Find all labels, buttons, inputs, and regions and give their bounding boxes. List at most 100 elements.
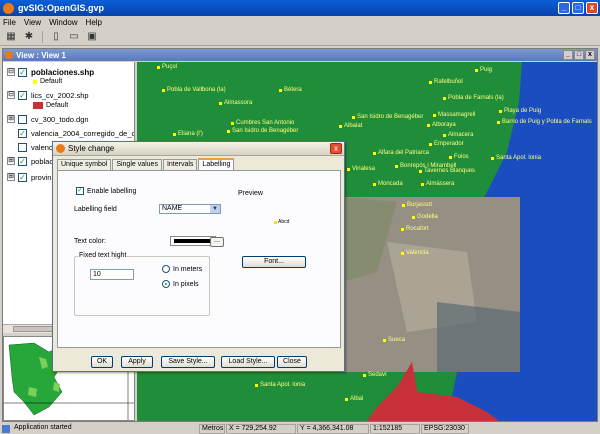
tab-single-values[interactable]: Single values <box>112 159 162 170</box>
map-label: Tavernes Blanques <box>419 168 475 174</box>
app-icon <box>3 2 14 14</box>
map-label: Massamagrell <box>433 112 475 118</box>
map-label: Puig <box>475 67 492 73</box>
map-label: Godella <box>412 214 438 220</box>
map-label: Santa Apol. lonia <box>491 155 541 161</box>
map-label: Almacera <box>443 132 473 138</box>
layer-checkbox[interactable]: ✓ <box>18 128 27 138</box>
layer-name: provin <box>31 172 52 182</box>
status-scale: 1:152185 <box>370 423 420 434</box>
labelling-panel: ✓ Enable labelling Preview Labelling fie… <box>57 170 341 348</box>
map-label: Vinalesa <box>347 166 375 172</box>
in-meters-option[interactable]: In meters <box>162 265 202 273</box>
labelling-field-label: Labelling field <box>74 206 117 213</box>
layer-name: valencia_2004_corregido_de_colo <box>31 128 135 138</box>
menu-window[interactable]: Window <box>49 18 77 27</box>
in-pixels-option[interactable]: In pixels <box>162 280 199 288</box>
map-label: Puçol <box>157 64 177 70</box>
style-change-dialog: Style change x Unique symbol Single valu… <box>52 141 345 372</box>
toc-layer[interactable]: ⊞ ✓ poblac <box>3 155 53 167</box>
open-icon[interactable]: ▭ <box>67 30 81 44</box>
toc-layer[interactable]: ⊞ cv_300_todo.dgn <box>3 113 89 125</box>
view-maximize-button[interactable]: □ <box>574 50 584 60</box>
expand-icon[interactable]: ⊞ <box>7 173 15 181</box>
scrollbar-thumb[interactable] <box>13 326 53 332</box>
layer-checkbox[interactable]: ✓ <box>18 172 27 182</box>
menu-file[interactable]: File <box>3 18 16 27</box>
layer-checkbox[interactable]: ✓ <box>18 67 27 77</box>
map-label: San Isidro de Benagéber <box>352 114 423 120</box>
minimize-button[interactable]: _ <box>558 2 570 14</box>
toc-layer[interactable]: valencia <box>3 141 59 153</box>
view-title: View : View 1 <box>16 50 66 60</box>
layer-name: lics_cv_2002.shp <box>31 90 89 100</box>
close-dialog-button[interactable]: Close <box>277 356 307 368</box>
labelling-field-value: NAME <box>162 205 183 212</box>
view-close-button[interactable]: x <box>585 50 595 60</box>
preview-label: Preview <box>238 190 263 197</box>
map-label: Almàssera <box>421 181 454 187</box>
expand-icon[interactable]: ⊟ <box>7 68 15 76</box>
map-label: Pobla de Farnals (la) <box>443 95 504 101</box>
map-label: Barrio de Puig y Pobla de Farnals <box>497 119 592 125</box>
toc-layer[interactable]: ⊟ ✓ poblaciones.shp <box>3 66 94 78</box>
properties-icon[interactable]: ▦ <box>4 30 18 44</box>
save-style-button[interactable]: Save Style... <box>161 356 215 368</box>
toc-layer[interactable]: ⊞ ✓ provin <box>3 171 51 183</box>
enable-labelling-checkbox[interactable]: ✓ <box>76 187 84 195</box>
chevron-down-icon[interactable]: ▼ <box>210 205 220 213</box>
toc-layer[interactable]: ⊟ ✓ lics_cv_2002.shp <box>3 89 89 101</box>
legend-item: Default <box>33 102 68 109</box>
layer-checkbox[interactable] <box>18 114 27 124</box>
text-color-label: Text color: <box>74 238 106 245</box>
fixed-text-height-label: Fixed text hight <box>78 252 128 259</box>
font-button[interactable]: Font... <box>242 256 306 268</box>
save-icon[interactable]: ▣ <box>85 30 99 44</box>
enable-labelling-row[interactable]: ✓ Enable labelling <box>76 187 136 195</box>
map-label: Alboraya <box>427 122 456 128</box>
toc-layer[interactable]: ✓ valencia_2004_corregido_de_colo <box>3 127 135 139</box>
menu-view[interactable]: View <box>24 18 41 27</box>
layer-checkbox[interactable] <box>18 142 27 152</box>
text-color-fill <box>174 239 212 243</box>
expand-icon[interactable]: ⊟ <box>7 91 15 99</box>
view-minimize-button[interactable]: _ <box>563 50 573 60</box>
apply-button[interactable]: Apply <box>121 356 153 368</box>
in-pixels-radio[interactable] <box>162 280 170 288</box>
layer-name: cv_300_todo.dgn <box>31 114 89 124</box>
toolbar: ▦ ✱ ▯ ▭ ▣ <box>0 28 600 46</box>
map-label: Albal <box>345 396 363 402</box>
tab-unique-symbol[interactable]: Unique symbol <box>57 159 112 170</box>
new-icon[interactable]: ▯ <box>49 30 63 44</box>
text-height-input[interactable]: 10 <box>90 269 134 280</box>
tab-labelling[interactable]: Labelling <box>198 158 235 170</box>
layer-name: poblaciones.shp <box>31 67 95 77</box>
map-label: Santa Apol. lonia <box>255 382 305 388</box>
menu-bar: File View Window Help <box>0 16 600 28</box>
dialog-title: Style change <box>68 144 115 153</box>
in-meters-radio[interactable] <box>162 265 170 273</box>
layer-checkbox[interactable]: ✓ <box>18 156 27 166</box>
map-label: Sueca <box>383 337 405 343</box>
expand-icon[interactable]: ⊞ <box>7 115 15 123</box>
text-color-button[interactable]: ... <box>210 237 224 247</box>
layer-checkbox[interactable]: ✓ <box>18 90 27 100</box>
menu-help[interactable]: Help <box>86 18 102 27</box>
status-bar: Application started Metros X = 729,254.9… <box>0 423 600 434</box>
polygon-symbol-icon <box>33 102 43 109</box>
tab-intervals[interactable]: Intervals <box>162 159 198 170</box>
dialog-close-button[interactable]: x <box>330 143 342 154</box>
load-style-button[interactable]: Load Style... <box>221 356 275 368</box>
labelling-field-select[interactable]: NAME ▼ <box>159 204 221 214</box>
close-button[interactable]: x <box>586 2 598 14</box>
dialog-icon <box>56 144 65 153</box>
expand-icon[interactable]: ⊞ <box>7 157 15 165</box>
tools-icon[interactable]: ✱ <box>22 30 36 44</box>
view-title-bar: View : View 1 _ □ x <box>3 49 597 61</box>
app-title: gvSIG:OpenGIS.gvp <box>18 3 105 13</box>
maximize-button[interactable]: □ <box>572 2 584 14</box>
map-label: Playa de Puig <box>499 108 541 114</box>
ok-button[interactable]: OK <box>91 356 113 368</box>
legend-label: Default <box>40 78 63 85</box>
point-symbol-icon <box>33 79 37 84</box>
